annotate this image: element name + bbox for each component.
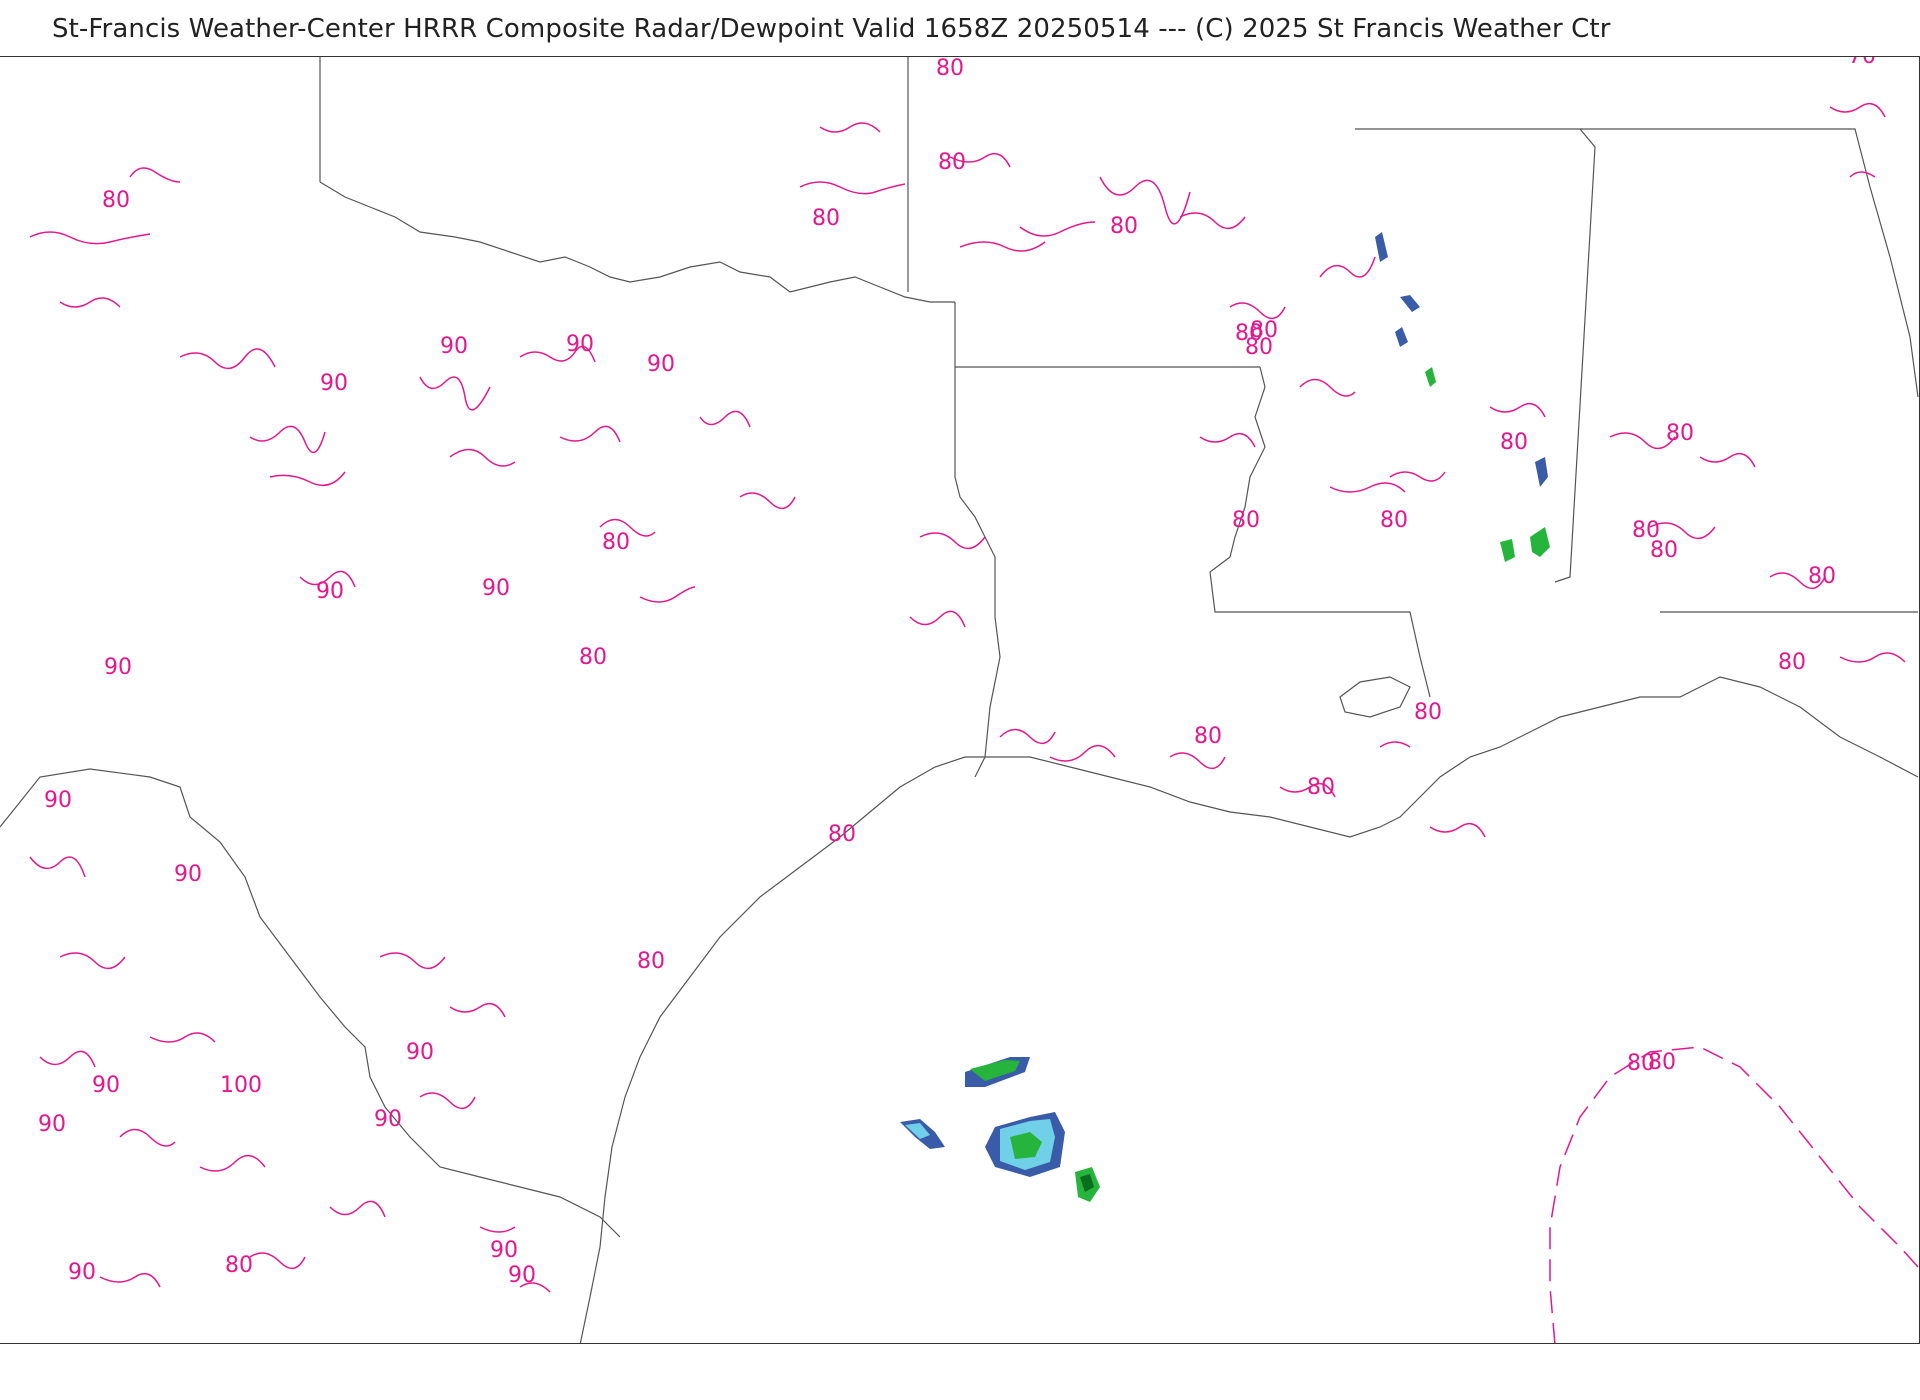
contour-label: 80	[1194, 724, 1222, 749]
radar-echoes	[900, 232, 1550, 1202]
contour-label: 90	[316, 579, 344, 604]
contour-label: 80	[1110, 214, 1138, 239]
contour-label: 90	[490, 1238, 518, 1263]
contour-label: 80	[1232, 508, 1260, 533]
contour-label: 90	[44, 788, 72, 813]
contour-label: 80	[225, 1253, 253, 1278]
state-boundaries	[0, 57, 1919, 1343]
contour-label: 80	[1650, 538, 1678, 563]
contour-label: 80	[1778, 650, 1806, 675]
contour-label: 90	[566, 332, 594, 357]
contour-label: 80	[602, 530, 630, 555]
contour-label: 80	[1666, 421, 1694, 446]
contour-label: 90	[92, 1073, 120, 1098]
contour-label: 80	[1307, 775, 1335, 800]
contour-label: 90	[406, 1040, 434, 1065]
contour-label: 80	[938, 150, 966, 175]
contour-label: 80	[637, 949, 665, 974]
contour-label: 80	[1500, 430, 1528, 455]
contour-label: 90	[508, 1263, 536, 1288]
contour-label: 100	[220, 1073, 262, 1098]
contour-label: 90	[68, 1260, 96, 1285]
contour-label: 90	[374, 1107, 402, 1132]
contour-label: 80	[1648, 1050, 1676, 1075]
page-title: St-Francis Weather-Center HRRR Composite…	[52, 14, 1611, 44]
contour-label: 90	[647, 352, 675, 377]
contour-label: 80	[1808, 564, 1836, 589]
map-panel[interactable]: 80 80 80 80 80 90 90 90 90 90 80 90 90 8…	[0, 56, 1920, 1344]
contour-label: 80	[1250, 318, 1278, 343]
contour-label: 80	[828, 822, 856, 847]
contour-label: 80	[1380, 508, 1408, 533]
contour-label: 80	[1414, 700, 1442, 725]
contour-label: 90	[104, 655, 132, 680]
map-canvas: 80 80 80 80 80 90 90 90 90 90 80 90 90 8…	[0, 57, 1919, 1343]
contour-label: 80	[812, 206, 840, 231]
contour-label: 80	[579, 645, 607, 670]
contour-labels: 80 80 80 80 80 90 90 90 90 90 80 90 90 8…	[38, 57, 1876, 1288]
contour-label: 80	[936, 57, 964, 81]
contour-label: 90	[482, 576, 510, 601]
contour-label: 90	[174, 862, 202, 887]
contour-label: 80	[102, 188, 130, 213]
dewpoint-contours	[29, 102, 1919, 1343]
contour-label: 90	[38, 1112, 66, 1137]
contour-label: 90	[440, 334, 468, 359]
contour-label: 70	[1848, 57, 1876, 69]
contour-label: 90	[320, 371, 348, 396]
